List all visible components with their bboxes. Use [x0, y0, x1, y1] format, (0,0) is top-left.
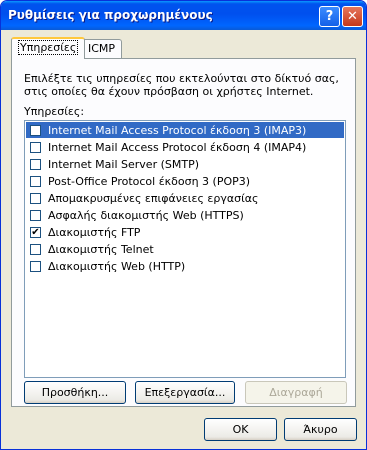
- checkbox[interactable]: [30, 175, 41, 187]
- list-item[interactable]: Ασφαλής διακομιστής Web (HTTPS): [26, 207, 344, 223]
- title-bar[interactable]: Ρυθμίσεις για προχωρημένους ? ✕: [1, 1, 366, 30]
- window-title: Ρυθμίσεις για προχωρημένους: [8, 8, 213, 22]
- list-item[interactable]: Απομακρυσμένες επιφάνειες εργασίας: [26, 190, 344, 206]
- delete-button[interactable]: Διαγραφή: [245, 381, 347, 404]
- checkbox[interactable]: [30, 209, 41, 221]
- list-item[interactable]: Διακομιστής Telnet: [26, 241, 344, 257]
- list-item-label: Post-Office Protocol έκδοση 3 (POP3): [48, 174, 251, 188]
- list-item-label: Διακομιστής Telnet: [48, 242, 154, 256]
- cancel-button[interactable]: Άκυρο: [284, 418, 357, 441]
- edit-button[interactable]: Επεξεργασία...: [135, 381, 235, 404]
- list-item-label: Internet Mail Access Protocol έκδοση 4 (…: [48, 140, 307, 154]
- checkbox[interactable]: [30, 192, 41, 204]
- list-item-label: Internet Mail Server (SMTP): [48, 157, 199, 171]
- checkbox[interactable]: [30, 141, 41, 153]
- checkbox[interactable]: [30, 158, 41, 170]
- list-item[interactable]: Post-Office Protocol έκδοση 3 (POP3): [26, 173, 344, 189]
- close-button[interactable]: ✕: [342, 6, 363, 27]
- tab-services[interactable]: Υπηρεσίες: [11, 37, 86, 59]
- services-listbox[interactable]: Internet Mail Access Protocol έκδοση 3 (…: [24, 120, 346, 378]
- services-list-label: Υπηρεσίες:: [24, 105, 85, 118]
- ok-button[interactable]: OK: [204, 418, 277, 441]
- list-item-label: Ασφαλής διακομιστής Web (HTTPS): [48, 208, 244, 222]
- add-button[interactable]: Προσθήκη...: [24, 381, 126, 404]
- list-item[interactable]: Διακομιστής Web (HTTP): [26, 258, 344, 274]
- services-description: Επιλέξτε τις υπηρεσίες που εκτελούνται σ…: [24, 72, 339, 98]
- checkbox[interactable]: [30, 243, 41, 255]
- list-item-label: Internet Mail Access Protocol έκδοση 3 (…: [48, 123, 307, 137]
- advanced-settings-dialog: Ρυθμίσεις για προχωρημένους ? ✕ Υπηρεσίε…: [0, 0, 367, 450]
- checkbox-checked[interactable]: ✔: [30, 226, 41, 238]
- list-item-label: Διακομιστής Web (HTTP): [48, 259, 186, 273]
- tab-icmp[interactable]: ICMP: [81, 39, 123, 58]
- tab-icmp-label: ICMP: [88, 42, 116, 55]
- list-item[interactable]: Internet Mail Access Protocol έκδοση 4 (…: [26, 139, 344, 155]
- services-panel: Επιλέξτε τις υπηρεσίες που εκτελούνται σ…: [11, 58, 356, 407]
- tab-services-label: Υπηρεσίες: [18, 40, 79, 55]
- help-button[interactable]: ?: [319, 6, 340, 27]
- list-item[interactable]: ✔ Διακομιστής FTP: [26, 224, 344, 240]
- checkbox[interactable]: [30, 124, 41, 136]
- checkbox[interactable]: [30, 260, 41, 272]
- list-item-label: Απομακρυσμένες επιφάνειες εργασίας: [48, 191, 259, 205]
- list-item-label: Διακομιστής FTP: [48, 225, 141, 239]
- list-item[interactable]: Internet Mail Server (SMTP): [26, 156, 344, 172]
- list-item[interactable]: Internet Mail Access Protocol έκδοση 3 (…: [26, 122, 344, 138]
